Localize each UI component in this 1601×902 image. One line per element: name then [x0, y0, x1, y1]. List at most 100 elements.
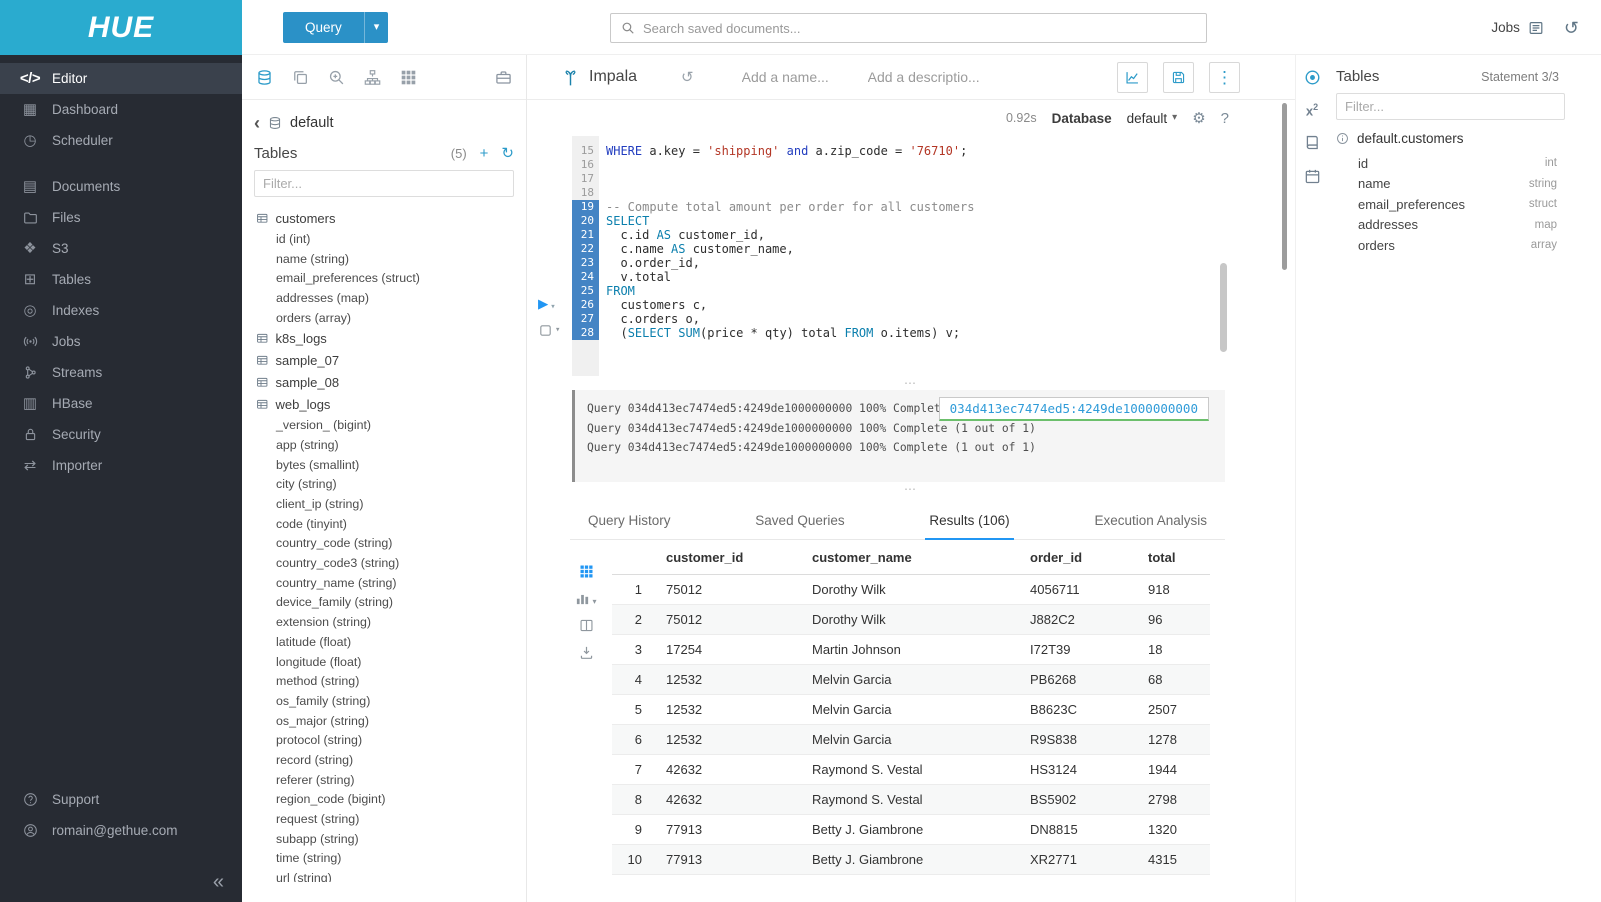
column-row[interactable]: name (string) [256, 249, 526, 269]
main-scrollbar[interactable] [1282, 103, 1287, 270]
global-search[interactable] [610, 13, 1207, 43]
tab-execution-analysis[interactable]: Execution Analysis [1090, 500, 1211, 540]
column-row[interactable]: url (string) [256, 868, 526, 882]
code-line[interactable]: 18 [572, 186, 1295, 200]
help-icon[interactable]: ? [1221, 111, 1229, 126]
column-row[interactable]: ordersarray [1336, 235, 1557, 256]
sidebar-item-files[interactable]: Files [0, 202, 242, 233]
code-line[interactable]: 16 [572, 158, 1295, 172]
jobs-link[interactable]: Jobs [1491, 20, 1544, 36]
table-row[interactable]: sample_07 [256, 349, 526, 371]
column-row[interactable]: os_major (string) [256, 711, 526, 731]
breadcrumb-database[interactable]: default [290, 115, 334, 131]
execute-button[interactable]: ▶ ▾ [538, 296, 560, 313]
databases-icon[interactable] [256, 69, 273, 86]
chart-button[interactable] [1117, 62, 1148, 93]
tab-results-106[interactable]: Results (106) [925, 500, 1013, 540]
sidebar-item-support[interactable]: Support [0, 784, 242, 815]
sitemap-icon[interactable] [364, 69, 381, 86]
database-selector[interactable]: default ▾ [1127, 111, 1178, 126]
column-row[interactable]: email_preferencesstruct [1336, 194, 1557, 215]
table-row[interactable]: 412532Melvin GarciaPB626868 [612, 665, 1210, 695]
table-row[interactable]: web_logs [256, 393, 526, 415]
table-row[interactable]: sample_08 [256, 371, 526, 393]
code-line[interactable]: 25FROM [572, 284, 1295, 298]
tab-saved-queries[interactable]: Saved Queries [751, 500, 848, 540]
column-row[interactable]: longitude (float) [256, 652, 526, 672]
columns-button[interactable] [579, 618, 594, 633]
code-line[interactable]: 23 o.order_id, [572, 256, 1295, 270]
sidebar-item-editor[interactable]: </>Editor [0, 63, 242, 94]
table-row[interactable]: k8s_logs [256, 327, 526, 349]
column-row[interactable]: idint [1336, 153, 1557, 174]
code-line[interactable]: 19-- Compute total amount per order for … [572, 200, 1295, 214]
table-row[interactable]: 977913Betty J. GiambroneDN88151320 [612, 815, 1210, 845]
code-scrollbar[interactable] [1220, 263, 1227, 352]
sidebar-item-dashboard[interactable]: ▦Dashboard [0, 94, 242, 125]
schedule-icon[interactable] [1304, 168, 1321, 185]
docs-icon[interactable] [1304, 134, 1321, 151]
column-row[interactable]: method (string) [256, 671, 526, 691]
query-button-label[interactable]: Query [283, 12, 364, 43]
resize-handle-top[interactable]: ⋯ [527, 376, 1295, 390]
copy-icon[interactable] [292, 69, 309, 86]
code-line[interactable]: 22 c.name AS customer_name, [572, 242, 1295, 256]
column-row[interactable]: _version_ (bigint) [256, 415, 526, 435]
column-row[interactable]: extension (string) [256, 612, 526, 632]
query-history-icon[interactable]: ↺ [681, 70, 694, 85]
column-row[interactable]: os_family (string) [256, 691, 526, 711]
grid-view-button[interactable] [579, 564, 594, 579]
column-row[interactable]: city (string) [256, 475, 526, 495]
right-filter-input[interactable] [1336, 93, 1565, 120]
query-name-input[interactable] [742, 69, 842, 85]
sidebar-item-indexes[interactable]: ◎Indexes [0, 295, 242, 326]
sidebar-item-romain-gethue-com[interactable]: romain@gethue.com [0, 815, 242, 846]
code-line[interactable]: 24 v.total [572, 270, 1295, 284]
add-icon[interactable]: + [480, 146, 489, 161]
sidebar-item-scheduler[interactable]: ◷Scheduler [0, 125, 242, 156]
sidebar-item-documents[interactable]: ▤Documents [0, 171, 242, 202]
code-line[interactable]: 28 (SELECT SUM(price * qty) total FROM o… [572, 326, 1295, 340]
query-description-input[interactable] [868, 69, 993, 85]
sidebar-item-hbase[interactable]: ▥HBase [0, 388, 242, 419]
assistant-icon[interactable] [1304, 69, 1321, 86]
column-row[interactable]: subapp (string) [256, 829, 526, 849]
column-header[interactable]: order_id [1022, 540, 1140, 575]
column-row[interactable]: country_code3 (string) [256, 553, 526, 573]
table-row[interactable]: 175012Dorothy Wilk4056711918 [612, 575, 1210, 605]
column-row[interactable]: latitude (float) [256, 632, 526, 652]
functions-icon[interactable]: x2 [1306, 103, 1318, 117]
sidebar-item-jobs[interactable]: Jobs [0, 326, 242, 357]
code-line[interactable]: 15WHERE a.key = 'shipping' and a.zip_cod… [572, 144, 1295, 158]
table-row[interactable]: 742632Raymond S. VestalHS31241944 [612, 755, 1210, 785]
column-row[interactable]: country_code (string) [256, 534, 526, 554]
task-history-icon[interactable]: ↺ [1564, 19, 1579, 37]
code-editor[interactable]: 15WHERE a.key = 'shipping' and a.zip_cod… [527, 136, 1295, 376]
code-line[interactable]: 21 c.id AS customer_id, [572, 228, 1295, 242]
column-row[interactable]: time (string) [256, 849, 526, 869]
sidebar-item-s3[interactable]: ❖S3 [0, 233, 242, 264]
global-search-input[interactable] [643, 21, 1196, 36]
column-row[interactable]: country_name (string) [256, 573, 526, 593]
column-header[interactable]: total [1140, 540, 1210, 575]
table-row[interactable]: 512532Melvin GarciaB8623C2507 [612, 695, 1210, 725]
column-row[interactable]: namestring [1336, 174, 1557, 195]
save-button[interactable] [1163, 62, 1194, 93]
chart-view-button[interactable]: ▾ [575, 591, 596, 606]
table-row[interactable]: 612532Melvin GarciaR9S8381278 [612, 725, 1210, 755]
collapse-sidebar-icon[interactable]: « [213, 872, 224, 892]
column-row[interactable]: code (tinyint) [256, 514, 526, 534]
column-row[interactable]: orders (array) [256, 308, 526, 328]
download-button[interactable] [579, 645, 594, 660]
column-header[interactable]: customer_id [658, 540, 804, 575]
column-row[interactable]: device_family (string) [256, 593, 526, 613]
sidebar-item-security[interactable]: Security [0, 419, 242, 450]
column-row[interactable]: app (string) [256, 435, 526, 455]
table-row[interactable]: 1077913Betty J. GiambroneXR27714315 [612, 845, 1210, 875]
resize-handle-bottom[interactable]: ⋯ [527, 482, 1295, 496]
code-line[interactable]: 27 c.orders o, [572, 312, 1295, 326]
back-icon[interactable]: ‹ [254, 114, 260, 132]
sidebar-item-importer[interactable]: ⇄Importer [0, 450, 242, 481]
query-type-caret[interactable]: ▾ [364, 12, 389, 43]
more-button[interactable]: ⋮ [1209, 62, 1240, 93]
